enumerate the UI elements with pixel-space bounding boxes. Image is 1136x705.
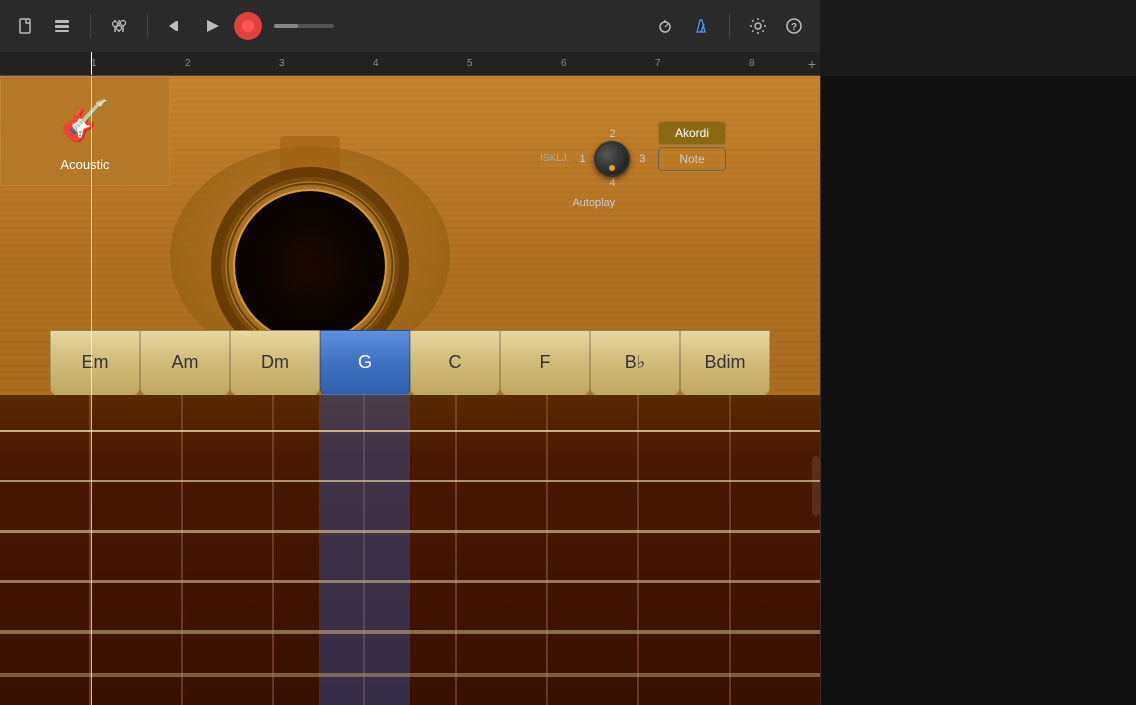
pos-3-label: 3 <box>639 153 645 165</box>
fret-7 <box>548 395 639 705</box>
chord-dm[interactable]: Dm <box>230 330 320 395</box>
chord-am[interactable]: Am <box>140 330 230 395</box>
volume-fill <box>274 24 298 28</box>
playhead-line <box>91 76 92 705</box>
autoplay-row: ISKLJ. 2 1 3 4 <box>540 126 647 191</box>
ruler-mark-2: 2 <box>185 58 191 69</box>
fret-background <box>0 395 820 705</box>
rewind-button[interactable] <box>162 12 190 40</box>
chord-bdim[interactable]: Bdim <box>680 330 770 395</box>
note-button[interactable]: Note <box>658 147 726 171</box>
autoplay-label: Autoplay <box>572 197 615 209</box>
record-button[interactable] <box>234 12 262 40</box>
instrument-panel[interactable]: 🎸 Acoustic <box>0 76 170 186</box>
new-file-button[interactable] <box>12 12 40 40</box>
tuner-button[interactable] <box>651 12 679 40</box>
guitar-panel: 🎸 Acoustic <box>0 76 820 705</box>
metronome-button[interactable] <box>687 12 715 40</box>
ruler-mark-8: 8 <box>749 58 755 69</box>
pos-2-label: 2 <box>609 128 615 140</box>
settings-button[interactable] <box>744 12 772 40</box>
help-button[interactable]: ? <box>780 12 808 40</box>
chord-g[interactable]: G <box>320 330 410 395</box>
toolbar-divider-3 <box>729 14 730 38</box>
fret-9 <box>731 395 820 705</box>
tracks-view-button[interactable] <box>48 12 76 40</box>
string-1[interactable] <box>0 430 820 432</box>
mode-buttons: Akordi Note <box>658 121 726 171</box>
chord-c[interactable]: C <box>410 330 500 395</box>
acoustic-guitar-icon: 🎸 <box>55 91 115 151</box>
pos-1-label: 1 <box>579 153 585 165</box>
string-4[interactable] <box>0 580 820 583</box>
ruler-mark-3: 3 <box>279 58 285 69</box>
record-icon <box>242 20 254 32</box>
fret-8 <box>639 395 730 705</box>
off-label: ISKLJ. <box>540 153 569 164</box>
chord-highlight <box>319 395 410 705</box>
mixer-button[interactable] <box>105 12 133 40</box>
fret-1 <box>0 395 91 705</box>
string-5[interactable] <box>0 630 820 634</box>
autoplay-knob[interactable] <box>594 141 630 177</box>
chord-bb[interactable]: B♭ <box>590 330 680 395</box>
ruler-mark-4: 4 <box>373 58 379 69</box>
playhead-ruler <box>91 52 92 75</box>
instrument-label: Acoustic <box>60 157 109 172</box>
resize-handle-vertical[interactable] <box>812 456 820 516</box>
right-sidebar <box>820 76 1136 705</box>
pos-4-label: 4 <box>609 177 615 189</box>
fret-3 <box>183 395 274 705</box>
toolbar-divider-2 <box>147 14 148 38</box>
main-area: 🎸 Acoustic <box>0 76 1136 705</box>
svg-text:?: ? <box>791 22 797 33</box>
chord-row: Em Am Dm G C F B♭ Bdim <box>0 330 820 395</box>
string-2[interactable] <box>0 480 820 482</box>
chord-f[interactable]: F <box>500 330 590 395</box>
strings-area <box>0 395 820 705</box>
ruler: 1 2 3 4 5 6 7 8 + <box>0 52 820 76</box>
ruler-mark-5: 5 <box>467 58 473 69</box>
toolbar-divider-1 <box>90 14 91 38</box>
akordi-button[interactable]: Akordi <box>658 121 726 145</box>
ruler-mark-6: 6 <box>561 58 567 69</box>
fret-6 <box>457 395 548 705</box>
chord-em[interactable]: Em <box>50 330 140 395</box>
play-button[interactable] <box>198 12 226 40</box>
string-3[interactable] <box>0 530 820 533</box>
autoplay-control: ISKLJ. 2 1 3 4 Autoplay <box>540 126 647 209</box>
string-6[interactable] <box>0 673 820 677</box>
fret-2 <box>91 395 182 705</box>
volume-slider[interactable] <box>274 24 334 28</box>
toolbar: ? <box>0 0 820 52</box>
ruler-add-button[interactable]: + <box>808 56 816 72</box>
knob-indicator <box>609 165 615 171</box>
ruler-mark-7: 7 <box>655 58 661 69</box>
